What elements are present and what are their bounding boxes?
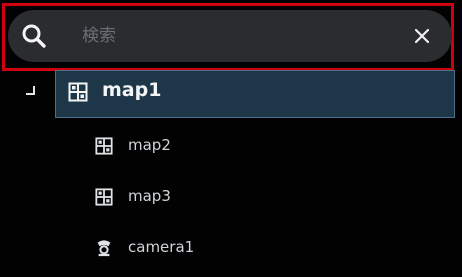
tree-panel: map1 map2	[0, 0, 462, 277]
map-icon	[95, 188, 113, 206]
tree-node-camera1[interactable]: camera1	[0, 223, 462, 274]
tree-node-map1[interactable]: map1	[0, 70, 462, 121]
tree-node-label: map3	[128, 187, 171, 205]
tree-node-label: map2	[128, 136, 171, 154]
tree-node-label: map1	[102, 79, 162, 101]
tree-node-map3[interactable]: map3	[0, 172, 462, 223]
map-icon	[95, 137, 113, 155]
search-bar[interactable]	[8, 10, 452, 62]
clear-search-icon[interactable]	[402, 16, 442, 56]
tree-node-map2[interactable]: map2	[0, 121, 462, 172]
device-tree: map1 map2 map3 camera1	[0, 70, 462, 274]
tree-node-label: camera1	[128, 238, 195, 256]
camera-icon	[95, 239, 113, 257]
collapse-arrow-icon[interactable]	[22, 82, 38, 98]
search-icon[interactable]	[12, 10, 56, 62]
search-input[interactable]	[56, 15, 402, 57]
map-icon	[68, 82, 88, 102]
